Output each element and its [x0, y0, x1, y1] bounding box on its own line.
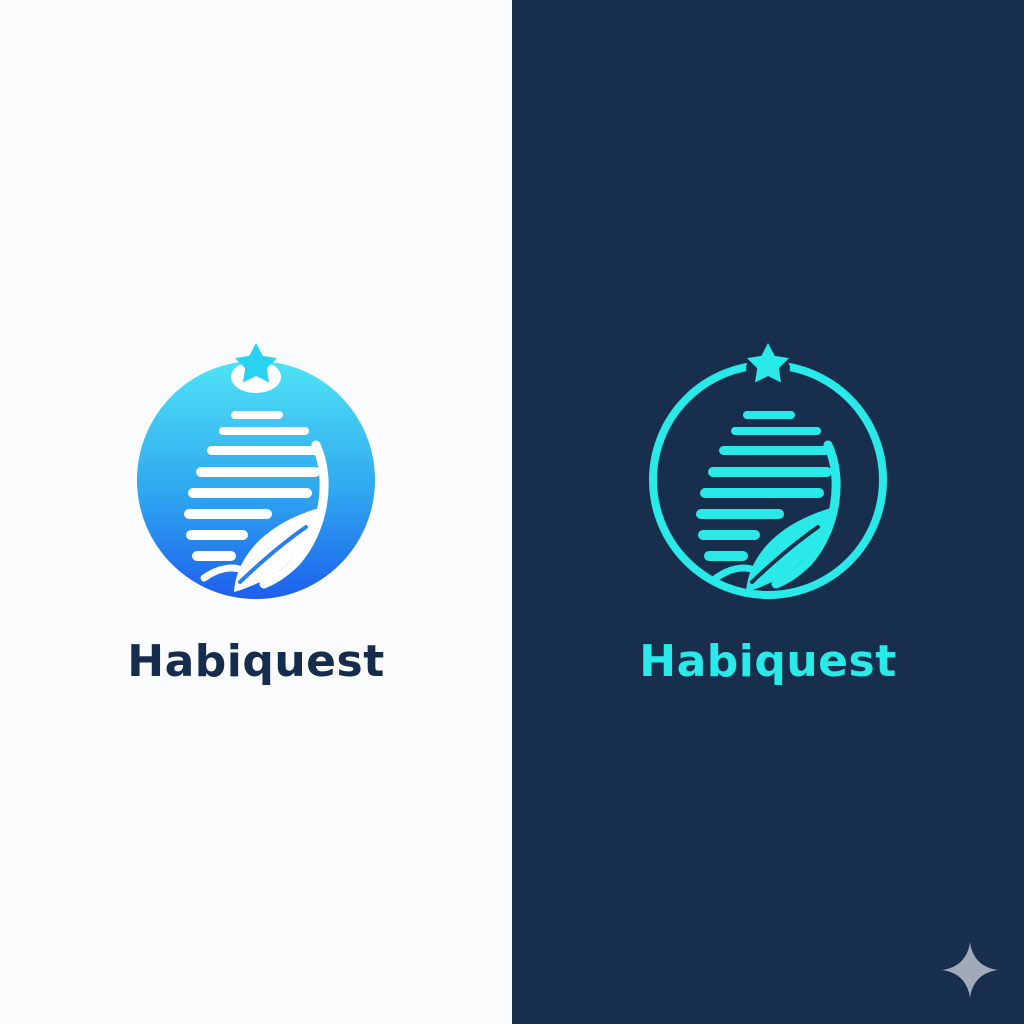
- brand-wordmark: Habiquest: [639, 636, 897, 687]
- sparkle-icon: [938, 938, 1002, 1002]
- logo-presentation: Habiquest Habiquest: [0, 0, 1024, 1024]
- globe-star-leaf-icon: [136, 330, 376, 610]
- dark-logo-panel: Habiquest: [512, 0, 1024, 1024]
- globe-star-leaf-icon: [648, 330, 888, 610]
- light-logo-panel: Habiquest: [0, 0, 512, 1024]
- brand-wordmark: Habiquest: [127, 636, 385, 687]
